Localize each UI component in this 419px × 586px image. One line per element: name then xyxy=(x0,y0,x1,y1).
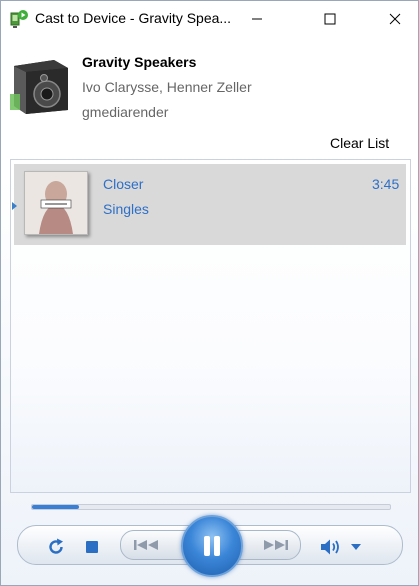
repeat-button[interactable] xyxy=(45,536,67,558)
album-art xyxy=(24,171,88,235)
maximize-button[interactable] xyxy=(307,1,353,37)
cast-to-device-icon xyxy=(10,10,28,28)
title-bar: Cast to Device - Gravity Spea... xyxy=(1,1,418,37)
cast-to-device-window: Cast to Device - Gravity Spea... Gravity… xyxy=(0,0,419,586)
now-playing-marker xyxy=(12,202,17,210)
maximize-icon xyxy=(324,13,336,25)
next-icon xyxy=(264,540,288,550)
playlist[interactable]: Closer Singles 3:45 xyxy=(10,159,411,493)
clear-list-button[interactable]: Clear List xyxy=(330,135,389,151)
stop-icon xyxy=(86,541,98,553)
seek-bar[interactable] xyxy=(31,504,391,510)
close-icon xyxy=(389,13,401,25)
album-cover-image xyxy=(25,172,87,234)
seek-progress xyxy=(32,505,79,509)
track-album: Singles xyxy=(103,201,149,217)
speaker-icon xyxy=(10,60,68,114)
track-duration: 3:45 xyxy=(372,176,400,192)
volume-button[interactable] xyxy=(319,536,345,558)
device-authors: Ivo Clarysse, Henner Zeller xyxy=(82,79,252,95)
pause-button[interactable] xyxy=(181,515,243,577)
minimize-icon xyxy=(252,18,262,20)
device-header: Gravity Speakers Ivo Clarysse, Henner Ze… xyxy=(1,37,418,157)
list-item[interactable]: Closer Singles 3:45 xyxy=(12,164,406,245)
volume-icon xyxy=(321,539,339,555)
pause-icon xyxy=(204,536,220,556)
device-name: Gravity Speakers xyxy=(82,54,197,70)
previous-icon xyxy=(134,540,158,550)
minimize-button[interactable] xyxy=(234,1,280,37)
close-button[interactable] xyxy=(372,1,418,37)
window-title: Cast to Device - Gravity Spea... xyxy=(35,10,232,26)
stop-button[interactable] xyxy=(83,536,101,558)
volume-dropdown-button[interactable] xyxy=(350,542,362,552)
track-title: Closer xyxy=(103,176,144,192)
device-renderer: gmediarender xyxy=(82,104,169,120)
repeat-icon xyxy=(49,538,63,554)
chevron-down-icon xyxy=(351,544,361,550)
